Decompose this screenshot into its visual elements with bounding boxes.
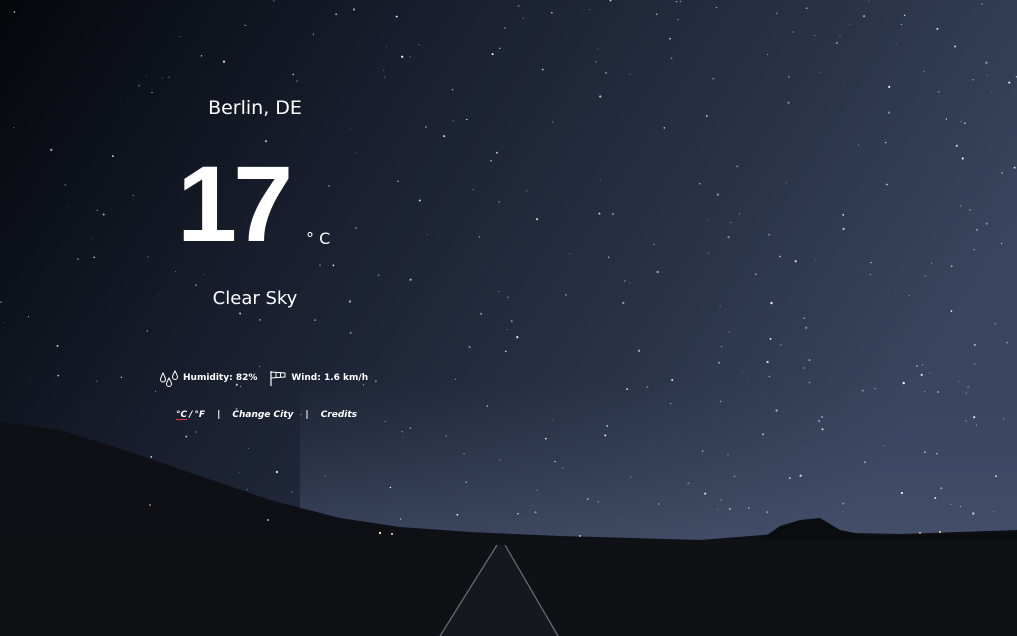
wind-label: Wind: 1.6 km/h (291, 373, 369, 383)
temperature-value: 17 (177, 143, 293, 264)
footer-links: °C / °F | Change City | Credits (176, 408, 357, 422)
link-separator: | (305, 410, 309, 420)
humidity-label: Humidity: 82% (183, 373, 258, 383)
weather-description: Clear Sky (212, 288, 298, 309)
wind-stat: Wind: 1.6 km/h (269, 369, 368, 387)
celsius-toggle[interactable]: °C (176, 410, 187, 420)
weather-stats: Humidity: 82% Wind: 1.6 km/h (159, 369, 368, 387)
unit-slash: / (189, 410, 193, 420)
fahrenheit-toggle[interactable]: °F (194, 410, 205, 420)
change-city-link[interactable]: Change City (232, 410, 293, 420)
humidity-stat: Humidity: 82% (159, 369, 257, 387)
city-name: Berlin, DE (208, 97, 302, 119)
wind-flag-icon (270, 371, 286, 386)
credits-link[interactable]: Credits (321, 410, 357, 420)
weather-page: Berlin, DE 17 ° C Clear Sky Humidity: 82… (0, 0, 1017, 636)
humidity-drops-icon (159, 369, 179, 387)
weather-widget: Berlin, DE 17 ° C Clear Sky Humidity: 82… (155, 0, 368, 636)
link-separator: | (217, 410, 221, 420)
unit-toggle: °C / °F (176, 410, 205, 420)
temperature-unit: ° C (306, 229, 331, 248)
night-sky-background (0, 0, 1017, 636)
